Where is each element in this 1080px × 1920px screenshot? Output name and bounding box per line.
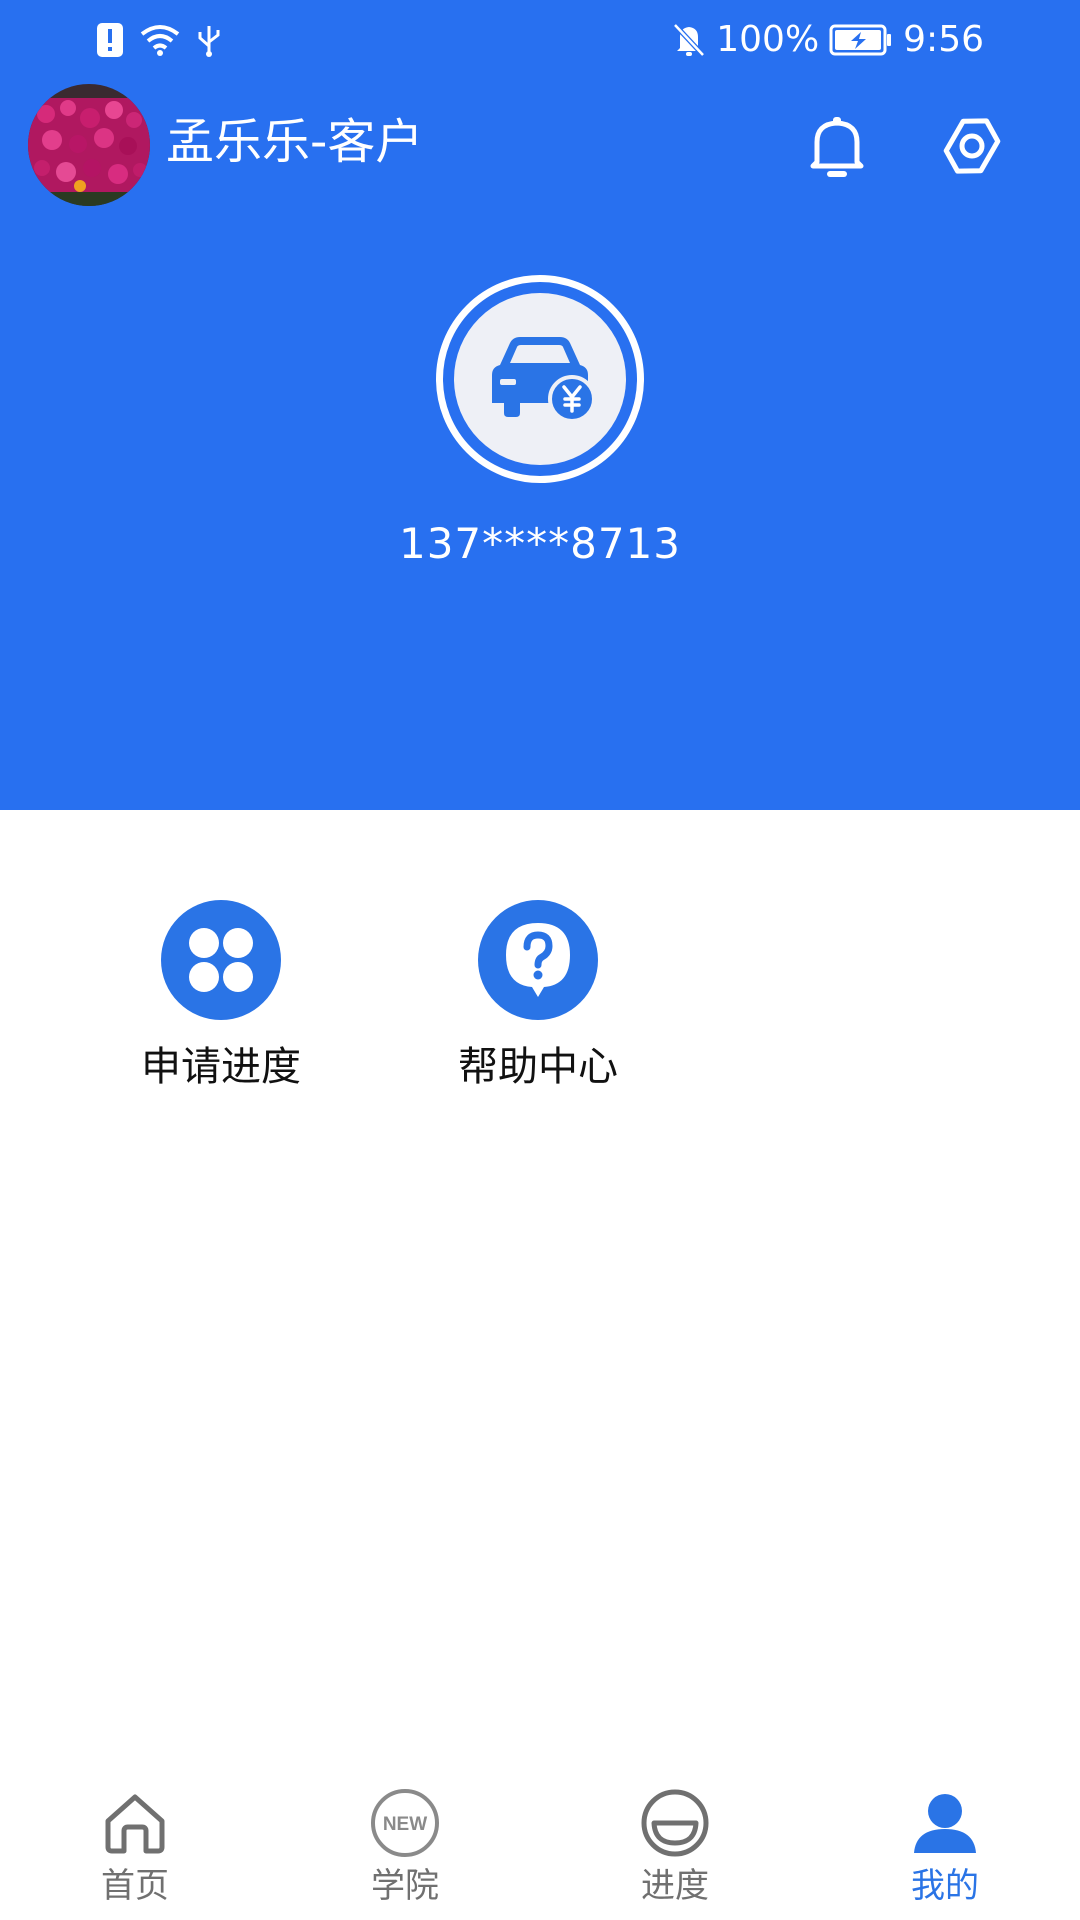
person-icon <box>914 1794 976 1853</box>
person-icon-wrap <box>909 1787 981 1859</box>
car-loan-icon <box>492 337 596 423</box>
alert-icon <box>97 23 123 57</box>
car-loan-badge <box>436 275 644 483</box>
nav-progress-label: 进度 <box>641 1866 709 1906</box>
new-badge-icon: NEW <box>371 1789 439 1857</box>
status-left-icons <box>96 20 222 60</box>
home-icon-wrap <box>99 1787 171 1859</box>
profile-header: 100% 9:56 孟乐乐-客户 137****8713 <box>0 0 1080 810</box>
user-name: 孟乐乐-客户 <box>166 114 424 170</box>
profile-screen: 100% 9:56 孟乐乐-客户 137****8713 申请进度 帮助中心 首… <box>0 0 1080 1920</box>
notifications-button[interactable] <box>800 110 874 184</box>
nav-home[interactable]: 首页 <box>55 1787 215 1917</box>
bell-icon <box>810 117 864 177</box>
application-progress-action[interactable]: 申请进度 <box>111 900 331 1100</box>
status-bar: 100% 9:56 <box>0 0 1080 80</box>
avatar-image <box>28 84 150 206</box>
bottom-nav: 首页 NEW 学院 进度 我的 <box>0 1775 1080 1920</box>
nav-mine-label: 我的 <box>911 1866 979 1906</box>
wifi-icon <box>140 25 180 56</box>
usb-icon <box>198 26 220 57</box>
car-badge-inner <box>454 293 626 465</box>
battery-percent: 100% <box>716 19 820 60</box>
nav-mine[interactable]: 我的 <box>865 1787 1025 1917</box>
help-center-action[interactable]: 帮助中心 <box>428 900 648 1100</box>
phone-number: 137****8713 <box>398 519 682 568</box>
progress-icon-wrap <box>639 1787 711 1859</box>
gear-icon <box>943 118 1001 174</box>
application-progress-circle <box>161 900 281 1020</box>
status-right: 100% 9:56 <box>672 18 984 62</box>
help-center-label: 帮助中心 <box>458 1044 618 1090</box>
nav-progress[interactable]: 进度 <box>595 1787 755 1917</box>
nav-academy-label: 学院 <box>371 1866 439 1906</box>
clock: 9:56 <box>903 19 984 60</box>
avatar[interactable] <box>28 84 150 206</box>
nav-academy[interactable]: NEW 学院 <box>325 1787 485 1917</box>
new-badge-text: NEW <box>383 1814 427 1835</box>
user-row: 孟乐乐-客户 <box>0 82 1080 206</box>
progress-icon <box>641 1789 709 1857</box>
home-icon <box>105 1794 165 1854</box>
nav-home-label: 首页 <box>101 1866 169 1906</box>
new-badge-icon-wrap: NEW <box>369 1787 441 1859</box>
settings-button[interactable] <box>934 108 1010 184</box>
help-bubble-icon <box>506 923 570 997</box>
battery-charging-icon <box>829 24 892 56</box>
clover-icon <box>189 928 253 992</box>
bell-muted-icon <box>673 23 706 57</box>
help-center-circle <box>478 900 598 1020</box>
application-progress-label: 申请进度 <box>141 1044 301 1090</box>
